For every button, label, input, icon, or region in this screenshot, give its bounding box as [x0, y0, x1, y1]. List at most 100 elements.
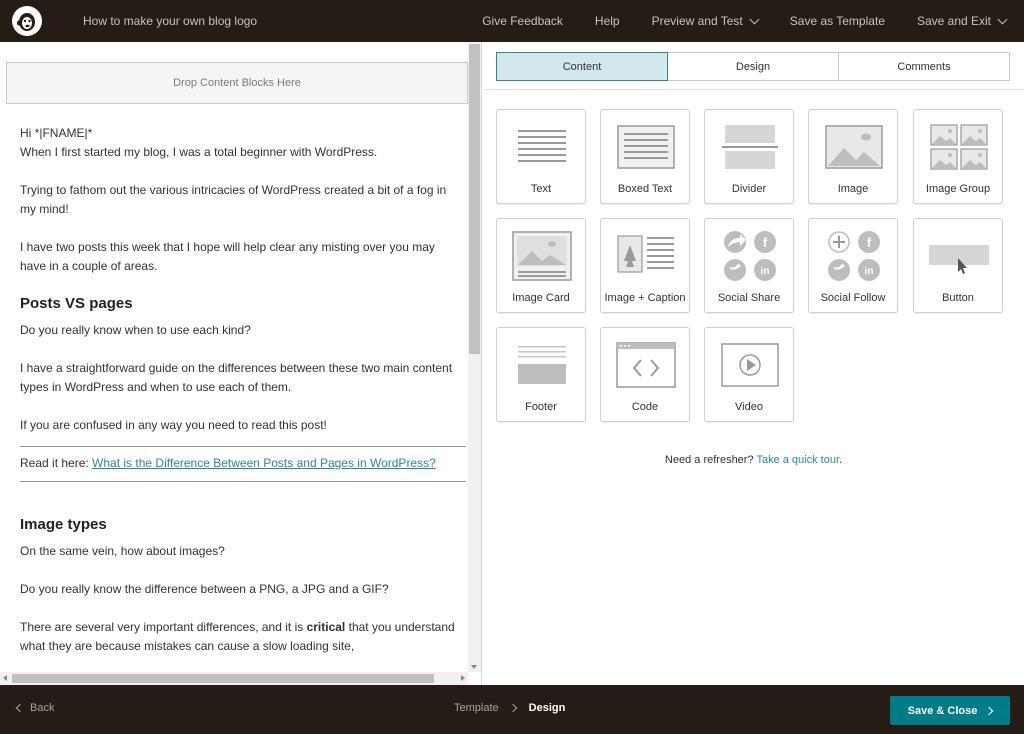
- chevron-down-icon: [997, 14, 1008, 24]
- block-label: Divider: [731, 183, 767, 195]
- footer-block[interactable]: Footer: [496, 327, 586, 422]
- refresher-label: Need a refresher?: [664, 454, 757, 466]
- block-label: Video: [735, 401, 763, 413]
- code-block-icon: [616, 342, 676, 388]
- svg-text:in: in: [761, 266, 770, 277]
- save-and-close-button[interactable]: Save & Close: [890, 696, 1010, 725]
- vertical-scrollbar[interactable]: [468, 42, 481, 672]
- svg-text:in: in: [865, 266, 874, 277]
- panel-tabs: Content Design Comments: [496, 52, 1010, 81]
- paragraph: On the same vein, how about images?: [20, 544, 225, 558]
- breadcrumb: Template Design: [454, 702, 565, 714]
- top-bar: How to make your own blog logo Give Feed…: [0, 0, 1024, 42]
- section-heading: Posts VS pages: [20, 295, 133, 312]
- breadcrumb-design: Design: [528, 702, 566, 714]
- divider: [483, 89, 1024, 90]
- block-label: Text: [530, 183, 552, 195]
- image-caption-block[interactable]: Image + Caption: [600, 218, 690, 313]
- quick-tour-link[interactable]: Take a quick tour: [756, 454, 839, 466]
- preview-and-test-menu[interactable]: Preview and Test: [651, 14, 760, 28]
- scrollbar-thumb[interactable]: [12, 674, 434, 683]
- divider-block-icon: [722, 125, 778, 169]
- help-button[interactable]: Help: [595, 14, 620, 28]
- save-and-exit-label: Save and Exit: [916, 14, 991, 28]
- button-block-icon: [929, 245, 989, 274]
- paragraph: Do you really know the difference betwee…: [20, 582, 389, 596]
- svg-text:f: f: [867, 235, 872, 250]
- greeting-text: Hi *|FNAME|*: [20, 126, 93, 140]
- email-content[interactable]: Hi *|FNAME|* When I first started my blo…: [20, 124, 466, 675]
- back-button[interactable]: Back: [15, 702, 55, 714]
- block-label: Image Card: [512, 292, 570, 304]
- breadcrumb-template[interactable]: Template: [454, 702, 499, 714]
- image-block[interactable]: Image: [808, 109, 898, 204]
- block-label: Code: [631, 401, 659, 413]
- scroll-right-arrow-icon[interactable]: [461, 675, 465, 681]
- image-caption-block-icon: [617, 235, 674, 273]
- top-actions: Give Feedback Help Preview and Test Save…: [482, 0, 1024, 42]
- svg-text:f: f: [763, 235, 768, 250]
- give-feedback-label: Give Feedback: [482, 14, 563, 28]
- save-and-close-label: Save & Close: [907, 704, 978, 717]
- section-heading: Image types: [20, 516, 107, 533]
- posts-vs-pages-link[interactable]: What is the Difference Between Posts and…: [92, 456, 436, 470]
- mailchimp-logo-icon[interactable]: [12, 6, 42, 36]
- email-preview-pane: Drop Content Blocks Here Hi *|FNAME|* Wh…: [0, 42, 482, 685]
- block-label: Image Group: [925, 183, 991, 195]
- refresher-text: Need a refresher? Take a quick tour.: [483, 454, 1024, 466]
- save-and-exit-menu[interactable]: Save and Exit: [916, 14, 1008, 28]
- social-follow-block-icon: f in: [828, 231, 880, 281]
- block-label: Footer: [525, 401, 557, 413]
- paragraph: I have a straightforward guide on the di…: [20, 361, 453, 394]
- chevron-right-icon: [985, 706, 994, 715]
- button-block[interactable]: Button: [913, 218, 1003, 313]
- tab-content[interactable]: Content: [496, 52, 668, 81]
- chevron-left-icon: [15, 703, 25, 713]
- paragraph: Trying to fathom out the various intrica…: [20, 183, 447, 216]
- drop-content-zone[interactable]: Drop Content Blocks Here: [6, 62, 468, 104]
- paragraph: If you are confused in any way you need …: [20, 418, 327, 432]
- tab-comments[interactable]: Comments: [839, 53, 1009, 80]
- save-as-template-button[interactable]: Save as Template: [790, 14, 885, 28]
- block-label: Image: [837, 183, 869, 195]
- video-block[interactable]: Video: [704, 327, 794, 422]
- scroll-left-arrow-icon[interactable]: [3, 675, 7, 681]
- image-card-block-icon: [512, 231, 572, 281]
- video-block-icon: [721, 343, 779, 387]
- refresher-end: .: [839, 454, 843, 466]
- social-follow-block[interactable]: f in Social Follow: [808, 218, 898, 313]
- block-label: Social Follow: [820, 292, 886, 304]
- footer-block-icon: [518, 346, 566, 384]
- boxed-text-block-icon: [617, 125, 675, 169]
- chevron-down-icon: [749, 14, 760, 24]
- image-block-icon: [825, 125, 883, 169]
- block-label: Social Share: [717, 292, 781, 304]
- block-label: Boxed Text: [617, 183, 673, 195]
- code-block[interactable]: Code: [600, 327, 690, 422]
- read-more-prefix: Read it here:: [20, 456, 93, 470]
- give-feedback-button[interactable]: Give Feedback: [482, 14, 563, 28]
- save-as-template-label: Save as Template: [789, 14, 885, 28]
- divider-block[interactable]: Divider: [704, 109, 794, 204]
- preview-and-test-label: Preview and Test: [651, 14, 743, 28]
- paragraph: There are several very important differe…: [20, 618, 460, 656]
- paragraph: When I first started my blog, I was a to…: [20, 145, 378, 159]
- chevron-right-icon: [508, 703, 517, 713]
- social-share-block-icon: f in: [724, 231, 776, 281]
- social-share-block[interactable]: f in Social Share: [704, 218, 794, 313]
- paragraph: Do you really know when to use each kind…: [20, 323, 251, 337]
- boxed-text-block[interactable]: Boxed Text: [600, 109, 690, 204]
- scrollbar-thumb[interactable]: [469, 44, 480, 354]
- help-label: Help: [594, 14, 620, 28]
- content-blocks-panel: Content Design Comments Text Boxed Text …: [483, 42, 1024, 685]
- scroll-down-arrow-icon[interactable]: [471, 665, 477, 669]
- horizontal-scrollbar[interactable]: [0, 672, 468, 685]
- block-label: Button: [942, 292, 974, 304]
- back-label: Back: [30, 702, 55, 714]
- image-card-block[interactable]: Image Card: [496, 218, 586, 313]
- document-title: How to make your own blog logo: [83, 14, 258, 28]
- tab-design[interactable]: Design: [668, 53, 839, 80]
- paragraph: I have two posts this week that I hope w…: [20, 240, 435, 273]
- image-group-block[interactable]: Image Group: [913, 109, 1003, 204]
- text-block[interactable]: Text: [496, 109, 586, 204]
